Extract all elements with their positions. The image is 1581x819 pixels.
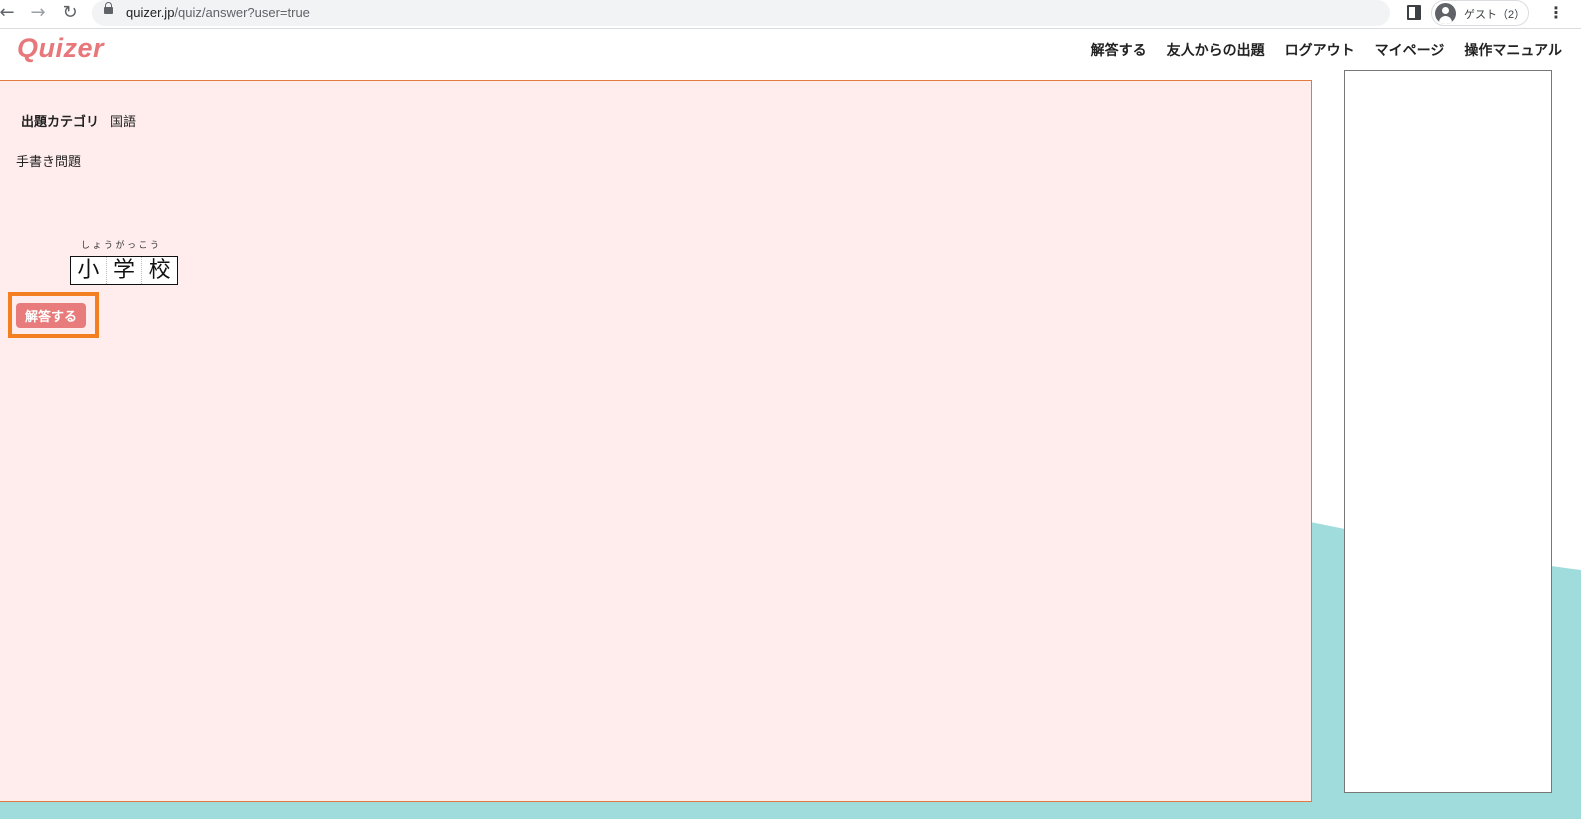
- forward-arrow-icon[interactable]: →: [27, 2, 49, 24]
- answer-button[interactable]: 解答する: [16, 303, 86, 328]
- handwritten-char: 学: [107, 257, 143, 284]
- nav-logout[interactable]: ログアウト: [1285, 40, 1355, 60]
- nav-manual[interactable]: 操作マニュアル: [1464, 40, 1562, 60]
- quiz-card: [0, 80, 1312, 802]
- avatar-icon: [1435, 3, 1456, 24]
- site-logo[interactable]: Quizer: [17, 33, 104, 64]
- category-value: 国語: [110, 115, 137, 130]
- handwriting-canvas[interactable]: 小 学 校: [70, 256, 178, 285]
- profile-label: ゲスト（2）: [1464, 9, 1526, 21]
- lock-icon[interactable]: [104, 2, 113, 14]
- nav-friend-questions[interactable]: 友人からの出題: [1167, 40, 1265, 60]
- reload-icon[interactable]: ↻: [59, 2, 81, 24]
- nav-mypage[interactable]: マイページ: [1375, 40, 1445, 60]
- category-label: 出題カテゴリ: [21, 115, 100, 130]
- furigana-reading: しょうがっこう: [81, 241, 162, 251]
- browser-toolbar: ← → ↻ quizer.jp/quiz/answer?user=true ゲス…: [0, 0, 1581, 29]
- profile-button[interactable]: ゲスト（2）: [1431, 0, 1529, 26]
- question-type: 手書き問題: [16, 155, 82, 170]
- nav-answer[interactable]: 解答する: [1091, 40, 1147, 60]
- back-arrow-icon[interactable]: ←: [0, 2, 18, 24]
- side-panel: [1344, 70, 1552, 793]
- url-text[interactable]: quizer.jp/quiz/answer?user=true: [126, 5, 310, 20]
- handwritten-char: 校: [148, 257, 171, 283]
- top-navigation: 解答する 友人からの出題 ログアウト マイページ 操作マニュアル: [1091, 40, 1562, 60]
- kebab-menu-icon[interactable]: ⋮: [1548, 2, 1564, 24]
- handwritten-char: 小: [71, 257, 107, 284]
- category-row: 出題カテゴリ 国語: [21, 111, 136, 130]
- address-bar[interactable]: quizer.jp/quiz/answer?user=true: [92, 0, 1390, 26]
- side-panel-icon[interactable]: [1407, 5, 1421, 20]
